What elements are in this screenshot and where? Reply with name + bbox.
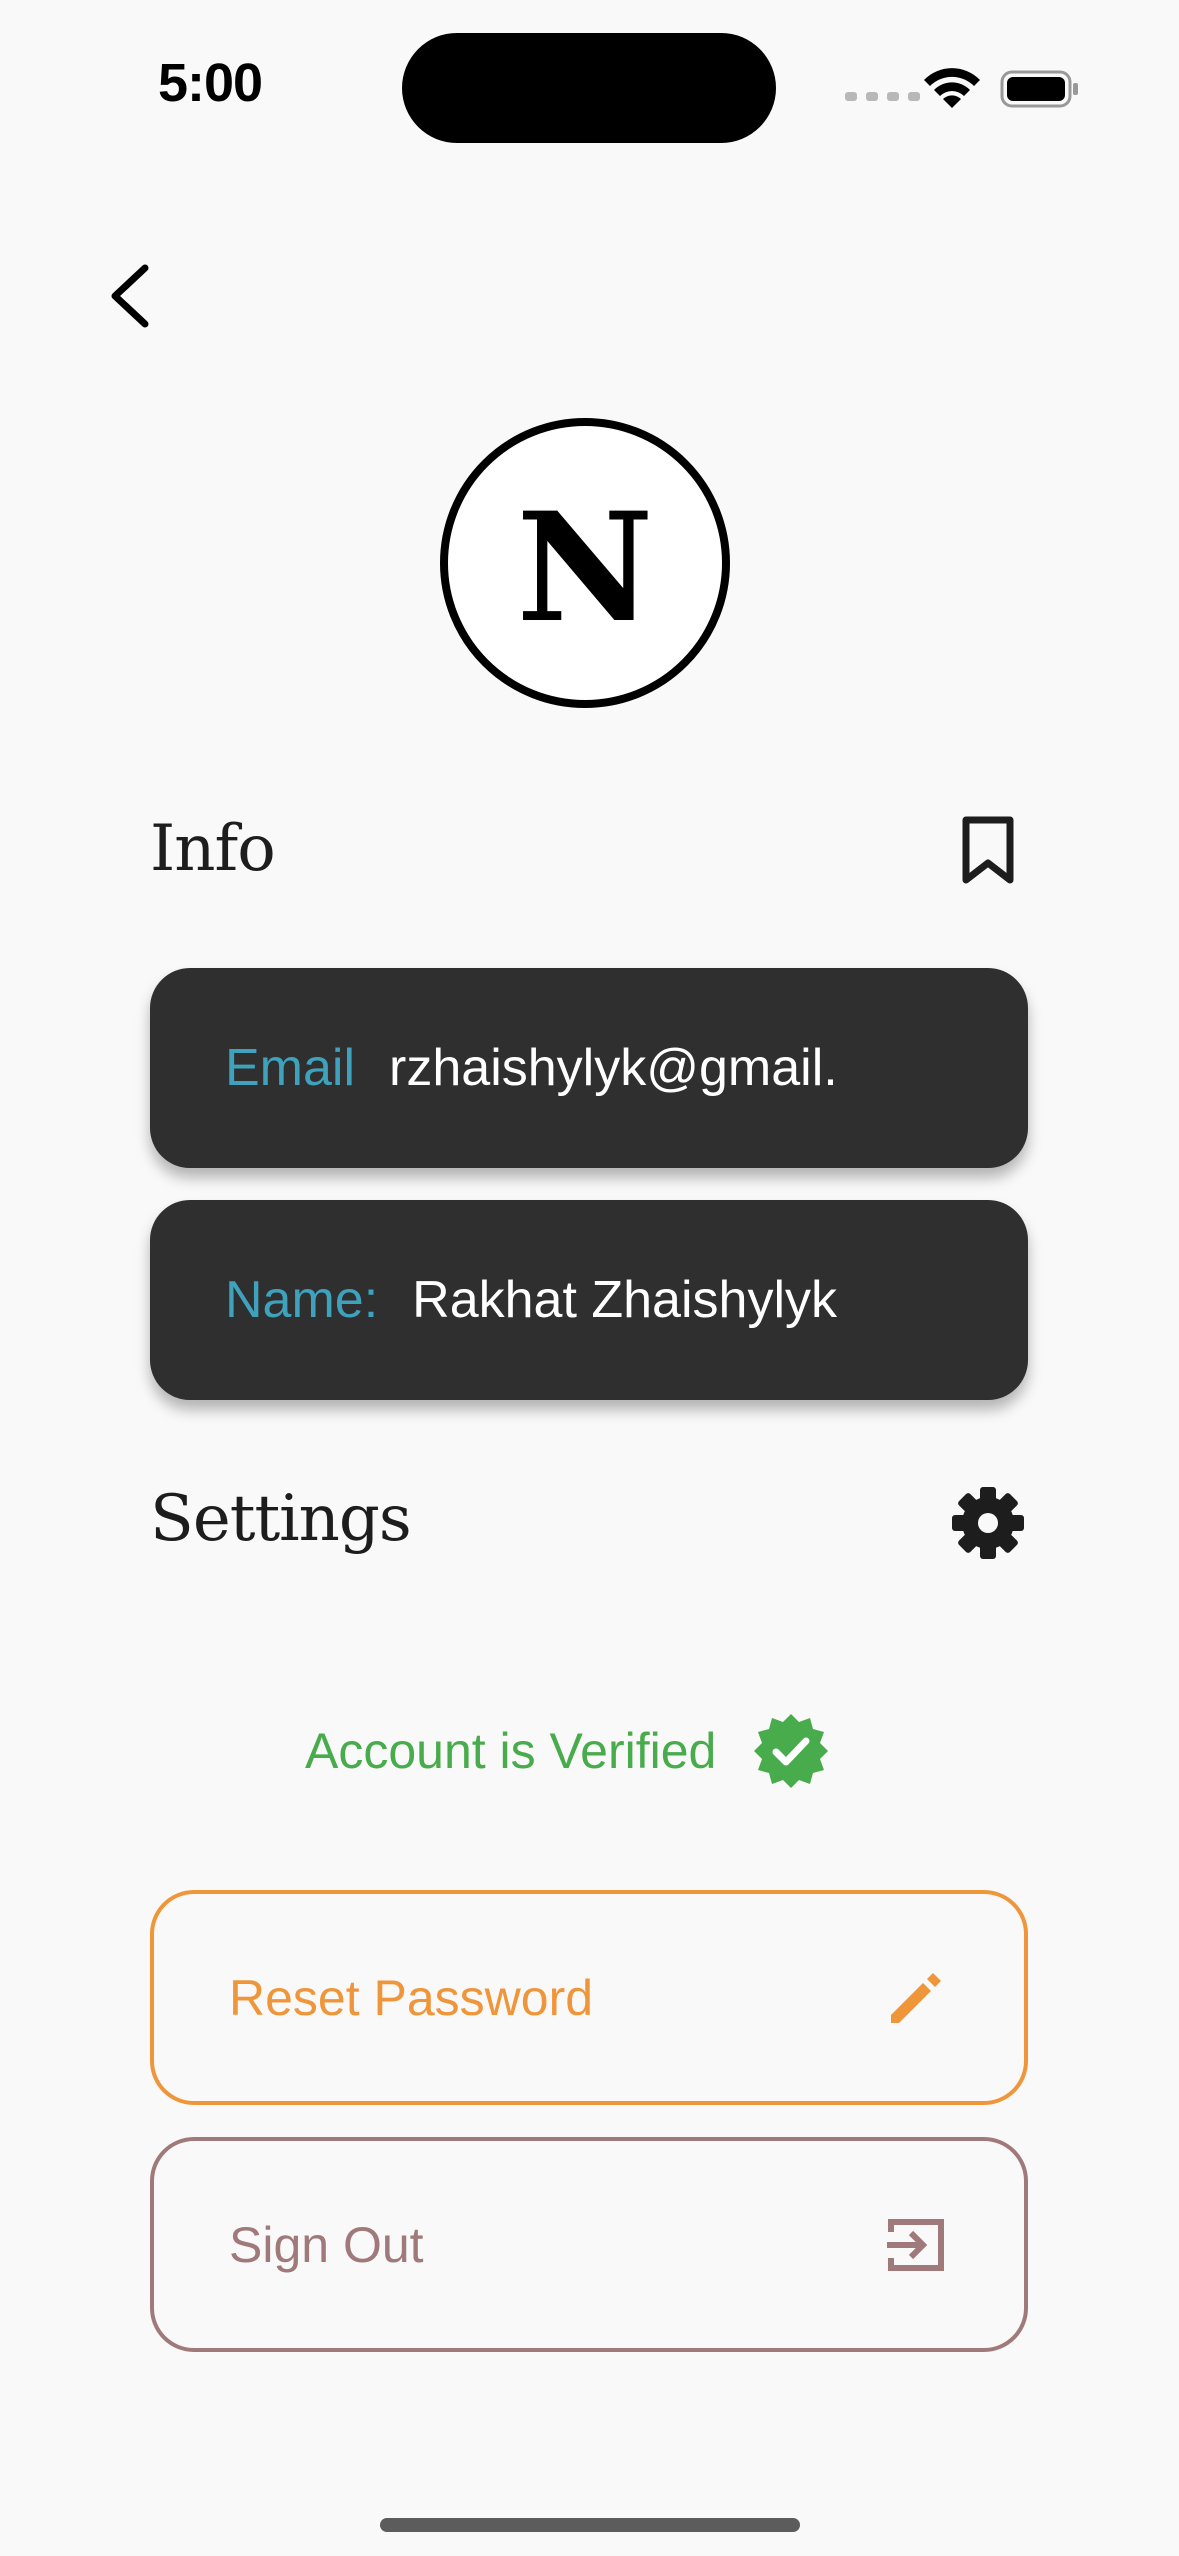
battery-icon [1000, 70, 1078, 108]
account-verified-status: Account is Verified [305, 1712, 830, 1790]
name-label: Name: [225, 1271, 379, 1329]
reset-password-button[interactable]: Reset Password [150, 1890, 1028, 2105]
reset-password-label: Reset Password [229, 1969, 594, 2026]
cellular-signal-icon [845, 92, 920, 101]
pencil-icon [891, 1972, 941, 2023]
status-time: 5:00 [158, 53, 263, 113]
avatar: N [440, 418, 730, 708]
email-value: rzhaishylyk@gmail. [389, 1039, 838, 1097]
gear-icon[interactable] [950, 1485, 1026, 1561]
email-card: Email rzhaishylyk@gmail. [150, 968, 1028, 1168]
sign-out-label: Sign Out [229, 2216, 424, 2273]
settings-section-title: Settings [150, 1482, 412, 1556]
name-value: Rakhat Zhaishylyk [412, 1271, 837, 1329]
dynamic-island [402, 33, 776, 143]
email-label: Email [225, 1039, 356, 1097]
verified-badge-icon [754, 1714, 829, 1788]
info-section-title: Info [150, 812, 276, 886]
avatar-letter: N [516, 480, 654, 656]
sign-out-button[interactable]: Sign Out [150, 2137, 1028, 2352]
bookmark-icon[interactable] [960, 815, 1016, 885]
name-card: Name: Rakhat Zhaishylyk [150, 1200, 1028, 1400]
wifi-icon [924, 68, 980, 108]
logout-icon [887, 2218, 944, 2271]
home-indicator[interactable] [380, 2518, 800, 2532]
verified-text: Account is Verified [305, 1723, 717, 1779]
back-chevron-icon[interactable] [105, 262, 157, 330]
